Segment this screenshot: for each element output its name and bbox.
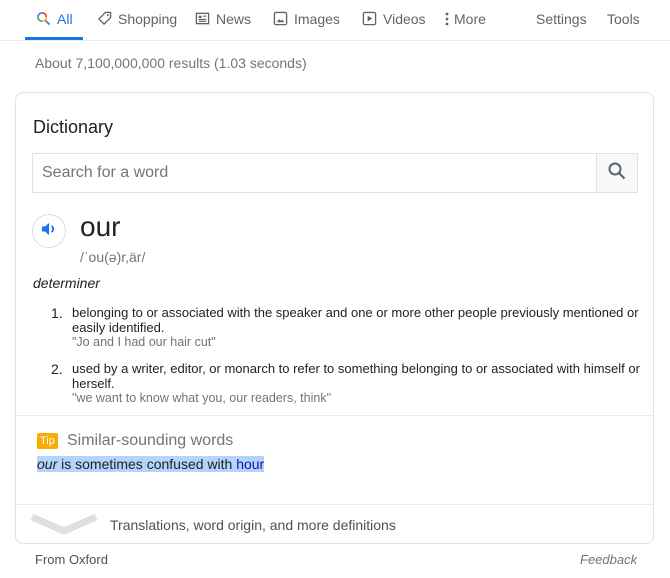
tab-label: News: [216, 10, 252, 27]
feedback-link[interactable]: Feedback: [580, 552, 637, 567]
definition-text: belonging to or associated with the spea…: [72, 305, 639, 335]
tab-label: Images: [294, 10, 340, 27]
definition-example: "Jo and I had our hair cut": [72, 335, 216, 349]
word-search-input[interactable]: [33, 154, 596, 192]
tab-more[interactable]: More: [444, 0, 486, 37]
play-icon: [361, 11, 377, 27]
tab-tools[interactable]: Tools: [607, 0, 640, 37]
definition-number: 1.: [51, 305, 63, 321]
tab-images[interactable]: Images: [272, 0, 340, 37]
tip-link-hour[interactable]: hour: [236, 456, 264, 472]
pronunciation-button[interactable]: [32, 214, 66, 248]
divider: [16, 415, 653, 416]
expand-more-definitions[interactable]: Translations, word origin, and more defi…: [16, 505, 653, 543]
tag-icon: [96, 11, 112, 27]
search-icon: [35, 11, 51, 27]
active-tab-indicator: [25, 37, 83, 40]
tab-label: All: [57, 10, 73, 27]
phonetic: /ˈou(ə)r,är/: [80, 249, 146, 265]
dictionary-card: Dictionary our /ˈou(ə)r,är/ determiner 1…: [15, 92, 654, 544]
headword: our: [80, 211, 121, 242]
expand-label: Translations, word origin, and more defi…: [110, 517, 396, 533]
tip-badge: Tip: [37, 433, 58, 449]
definition-list: 1. belonging to or associated with the s…: [46, 305, 641, 417]
word-search-button[interactable]: [596, 154, 637, 192]
tip-text: our is sometimes confused with hour: [37, 456, 265, 472]
tab-shopping[interactable]: Shopping: [96, 0, 177, 37]
more-vert-icon: [444, 11, 450, 27]
image-icon: [272, 11, 288, 27]
dictionary-title: Dictionary: [33, 117, 114, 137]
tab-news[interactable]: News: [194, 0, 251, 37]
tip-middle: is sometimes confused with: [57, 456, 237, 472]
source-label: From Oxford: [35, 552, 108, 567]
search-icon: [607, 161, 627, 186]
search-tabs: All Shopping News Images Videos More Set…: [0, 0, 670, 41]
tip-word: our: [37, 456, 58, 472]
definition-text: used by a writer, editor, or monarch to …: [72, 361, 640, 391]
speaker-icon: [40, 220, 58, 243]
part-of-speech: determiner: [33, 275, 100, 291]
tab-label: Tools: [607, 10, 640, 27]
tab-label: Settings: [536, 10, 587, 27]
tab-all[interactable]: All: [35, 0, 73, 37]
tab-settings[interactable]: Settings: [536, 0, 587, 37]
result-stats: About 7,100,000,000 results (1.03 second…: [35, 55, 307, 71]
word-search-box: [32, 153, 638, 193]
definition-item: 1. belonging to or associated with the s…: [46, 305, 641, 350]
definition-item: 2. used by a writer, editor, or monarch …: [46, 361, 641, 406]
chevron-down-icon: [30, 513, 98, 542]
tab-videos[interactable]: Videos: [361, 0, 426, 37]
tab-label: Shopping: [118, 10, 178, 27]
definition-example: "we want to know what you, our readers, …: [72, 391, 332, 405]
definition-number: 2.: [51, 361, 63, 377]
tip-title: Similar-sounding words: [67, 432, 234, 449]
newspaper-icon: [194, 11, 210, 27]
tab-label: Videos: [383, 10, 426, 27]
tab-label: More: [454, 10, 486, 27]
